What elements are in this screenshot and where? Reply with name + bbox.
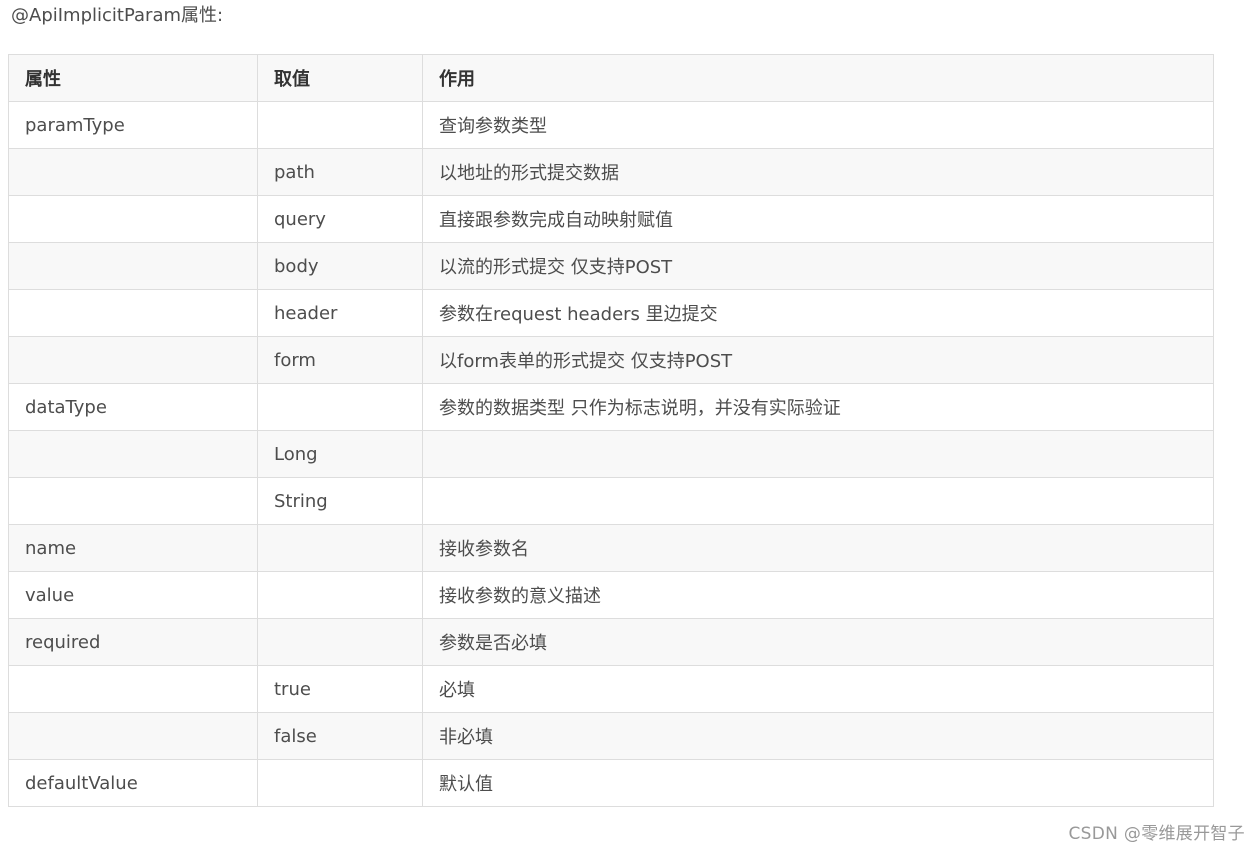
table-row: query 直接跟参数完成自动映射赋值 (8, 195, 1214, 243)
cell-purpose: 参数在request headers 里边提交 (422, 289, 1214, 337)
cell-purpose: 以地址的形式提交数据 (422, 148, 1214, 196)
cell-value (257, 571, 423, 619)
table-row: String (8, 477, 1214, 525)
cell-value: header (257, 289, 423, 337)
table-body: paramType 查询参数类型 path 以地址的形式提交数据 query 直… (8, 101, 1214, 807)
cell-value: false (257, 712, 423, 760)
cell-value: true (257, 665, 423, 713)
cell-purpose: 接收参数名 (422, 524, 1214, 572)
cell-attribute: value (8, 571, 258, 619)
cell-attribute (8, 712, 258, 760)
cell-value (257, 383, 423, 431)
cell-attribute: name (8, 524, 258, 572)
cell-value: query (257, 195, 423, 243)
cell-value: path (257, 148, 423, 196)
cell-purpose: 查询参数类型 (422, 101, 1214, 149)
column-header-purpose: 作用 (422, 54, 1214, 102)
table-row: false 非必填 (8, 712, 1214, 760)
table-row: form 以form表单的形式提交 仅支持POST (8, 336, 1214, 384)
cell-purpose: 非必填 (422, 712, 1214, 760)
table-row: header 参数在request headers 里边提交 (8, 289, 1214, 337)
csdn-watermark: CSDN @零维展开智子 (1068, 824, 1245, 844)
cell-value: String (257, 477, 423, 525)
table-row: required 参数是否必填 (8, 618, 1214, 666)
cell-purpose: 直接跟参数完成自动映射赋值 (422, 195, 1214, 243)
cell-attribute (8, 665, 258, 713)
table-row: value 接收参数的意义描述 (8, 571, 1214, 619)
column-header-attribute: 属性 (8, 54, 258, 102)
table-row: defaultValue 默认值 (8, 759, 1214, 807)
header-row: 属性 取值 作用 (8, 54, 1214, 102)
attribute-table: 属性 取值 作用 paramType 查询参数类型 path 以地址的形式提交数… (8, 54, 1214, 807)
cell-value: body (257, 242, 423, 290)
section-heading: @ApiImplicitParam属性: (11, 5, 224, 26)
cell-value: form (257, 336, 423, 384)
cell-attribute: defaultValue (8, 759, 258, 807)
table-row: Long (8, 430, 1214, 478)
cell-attribute (8, 477, 258, 525)
table-row: dataType 参数的数据类型 只作为标志说明，并没有实际验证 (8, 383, 1214, 431)
cell-value: Long (257, 430, 423, 478)
cell-value (257, 618, 423, 666)
cell-purpose (422, 430, 1214, 478)
cell-purpose: 接收参数的意义描述 (422, 571, 1214, 619)
cell-purpose: 默认值 (422, 759, 1214, 807)
cell-value (257, 759, 423, 807)
cell-attribute: paramType (8, 101, 258, 149)
cell-attribute (8, 242, 258, 290)
table-row: path 以地址的形式提交数据 (8, 148, 1214, 196)
cell-purpose: 参数是否必填 (422, 618, 1214, 666)
table-row: name 接收参数名 (8, 524, 1214, 572)
table-row: body 以流的形式提交 仅支持POST (8, 242, 1214, 290)
cell-attribute (8, 289, 258, 337)
cell-purpose (422, 477, 1214, 525)
cell-attribute (8, 195, 258, 243)
cell-purpose: 参数的数据类型 只作为标志说明，并没有实际验证 (422, 383, 1214, 431)
cell-attribute: dataType (8, 383, 258, 431)
table-row: true 必填 (8, 665, 1214, 713)
cell-attribute (8, 336, 258, 384)
column-header-value: 取值 (257, 54, 423, 102)
cell-purpose: 必填 (422, 665, 1214, 713)
cell-attribute (8, 430, 258, 478)
cell-value (257, 101, 423, 149)
table-row: paramType 查询参数类型 (8, 101, 1214, 149)
cell-attribute (8, 148, 258, 196)
cell-value (257, 524, 423, 572)
cell-attribute: required (8, 618, 258, 666)
cell-purpose: 以流的形式提交 仅支持POST (422, 242, 1214, 290)
table-header: 属性 取值 作用 (8, 54, 1214, 102)
cell-purpose: 以form表单的形式提交 仅支持POST (422, 336, 1214, 384)
